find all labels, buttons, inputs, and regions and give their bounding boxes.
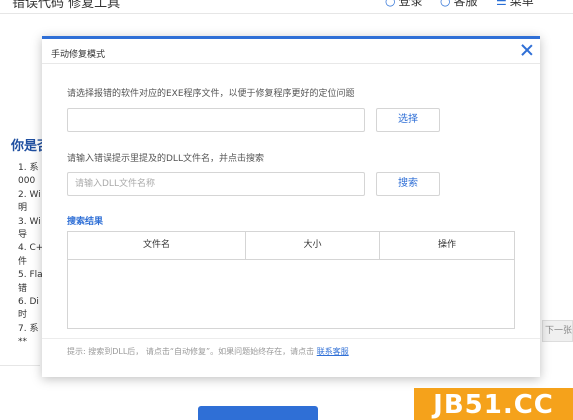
search-button[interactable]: 搜索	[376, 172, 440, 196]
watermark-text: JB51.CC	[433, 390, 554, 420]
service-button[interactable]: ○ 客服	[440, 0, 478, 9]
app-title: 错误代码 修复工具	[12, 0, 121, 11]
close-icon[interactable]	[520, 43, 534, 57]
column-header-size: 大小	[246, 232, 380, 259]
app-header: 错误代码 修复工具 ○ 登录 ○ 客服 ☰ 菜单	[0, 0, 573, 14]
primary-action-button[interactable]	[198, 406, 318, 420]
menu-button[interactable]: ☰ 菜单	[496, 0, 534, 9]
dialog-title: 手动修复模式	[51, 50, 106, 60]
divider	[42, 338, 540, 339]
column-header-filename: 文件名	[68, 232, 246, 259]
user-icon: ○	[385, 0, 396, 8]
select-button[interactable]: 选择	[376, 108, 440, 132]
service-label: 客服	[453, 0, 478, 8]
exe-prompt: 请选择报错的软件对应的EXE程序文件，以便于修复程序更好的定位问题	[67, 89, 355, 99]
divider	[42, 63, 540, 64]
next-page-button[interactable]: 下一张	[542, 320, 573, 342]
exe-path-field[interactable]	[67, 108, 365, 132]
contact-service-link[interactable]: 联系客服	[317, 347, 349, 356]
login-label: 登录	[398, 0, 423, 8]
menu-label: 菜单	[509, 0, 534, 8]
results-table: 文件名 大小 操作	[67, 231, 515, 329]
divider	[0, 365, 40, 366]
watermark-logo: JB51.CC	[414, 388, 573, 420]
headset-icon: ○	[440, 0, 451, 8]
login-button[interactable]: ○ 登录	[385, 0, 423, 9]
column-header-action: 操作	[437, 240, 456, 250]
results-title: 搜索结果	[67, 217, 104, 227]
dll-search-input[interactable]	[67, 172, 365, 196]
manual-repair-dialog: 手动修复模式 请选择报错的软件对应的EXE程序文件，以便于修复程序更好的定位问题…	[42, 36, 540, 377]
table-header: 文件名 大小 操作	[68, 232, 514, 260]
menu-icon: ☰	[496, 0, 507, 8]
dll-prompt: 请输入错误提示里提及的DLL文件名，并点击搜索	[67, 154, 264, 164]
tip-text: 提示: 搜索到DLL后， 请点击“自动修复”。如果问题始终存在，请点击 联系客服	[67, 346, 349, 357]
tip-message: 提示: 搜索到DLL后， 请点击“自动修复”。如果问题始终存在，请点击	[67, 347, 315, 356]
